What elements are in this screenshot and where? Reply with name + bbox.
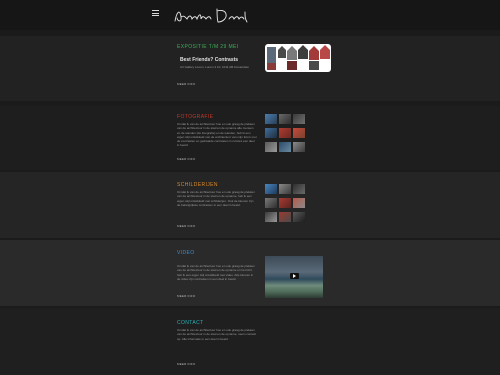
gallery-thumb[interactable] (293, 114, 305, 124)
paintings-text: Omdat ik van de architectuur hou en ook … (177, 190, 255, 207)
photography-section: FOTOGRAFIE Omdat ik van de architectuur … (0, 106, 500, 170)
contact-title: CONTACT (177, 320, 204, 326)
gallery-thumb[interactable] (279, 128, 291, 138)
photography-more-link[interactable]: MEER INFO (177, 157, 195, 161)
photography-text: Omdat ik van de architectuur hou en ook … (177, 122, 257, 148)
video-title: VIDEO (177, 250, 195, 256)
gallery-thumb[interactable] (265, 142, 277, 152)
gallery-thumb[interactable] (293, 128, 305, 138)
exhibition-section: EXPOSITIE T/M 29 MEI MEER INFO (0, 36, 500, 101)
exhibition-more-link[interactable]: MEER INFO (177, 82, 195, 86)
gallery-thumb[interactable] (279, 184, 291, 194)
gallery-thumb[interactable] (279, 114, 291, 124)
gallery-thumb[interactable] (265, 184, 277, 194)
gallery-thumb[interactable] (293, 142, 305, 152)
exhibition-info: Art Gallery Lorem, Lorem 4 10, 1011 AB A… (180, 65, 250, 69)
paintings-section: SCHILDERIJEN Omdat ik van de architectuu… (0, 172, 500, 238)
video-player[interactable] (265, 256, 323, 298)
gallery-thumb[interactable] (265, 212, 277, 222)
video-text: Omdat ik van de architectuur hou en ook … (177, 264, 255, 281)
gallery-thumb[interactable] (293, 184, 305, 194)
video-section: VIDEO Omdat ik van de architectuur hou e… (0, 240, 500, 306)
paintings-more-link[interactable]: MEER INFO (177, 224, 195, 228)
video-more-link[interactable]: MEER INFO (177, 294, 195, 298)
paintings-gallery (265, 184, 305, 222)
contact-text: Omdat ik van de architectuur hou en ook … (177, 328, 257, 341)
gallery-thumb[interactable] (293, 212, 305, 222)
paintings-title: SCHILDERIJEN (177, 182, 218, 188)
gallery-thumb[interactable] (265, 114, 277, 124)
exhibition-name: Best Friends? Contrasts (180, 57, 239, 63)
hamburger-icon[interactable] (152, 10, 159, 16)
exhibition-poster[interactable] (265, 44, 331, 72)
gallery-thumb[interactable] (265, 128, 277, 138)
photography-gallery (265, 114, 305, 152)
gallery-thumb[interactable] (265, 198, 277, 208)
logo[interactable] (171, 5, 251, 27)
contact-section: CONTACT Omdat ik van de architectuur hou… (0, 308, 500, 375)
gallery-thumb[interactable] (279, 212, 291, 222)
gallery-thumb[interactable] (279, 142, 291, 152)
gallery-thumb[interactable] (279, 198, 291, 208)
contact-more-link[interactable]: MEER INFO (177, 362, 195, 366)
gallery-thumb[interactable] (293, 198, 305, 208)
top-bar (0, 0, 500, 30)
exhibition-title: EXPOSITIE T/M 29 MEI (177, 44, 239, 50)
play-icon[interactable] (290, 273, 299, 279)
photography-title: FOTOGRAFIE (177, 114, 214, 120)
